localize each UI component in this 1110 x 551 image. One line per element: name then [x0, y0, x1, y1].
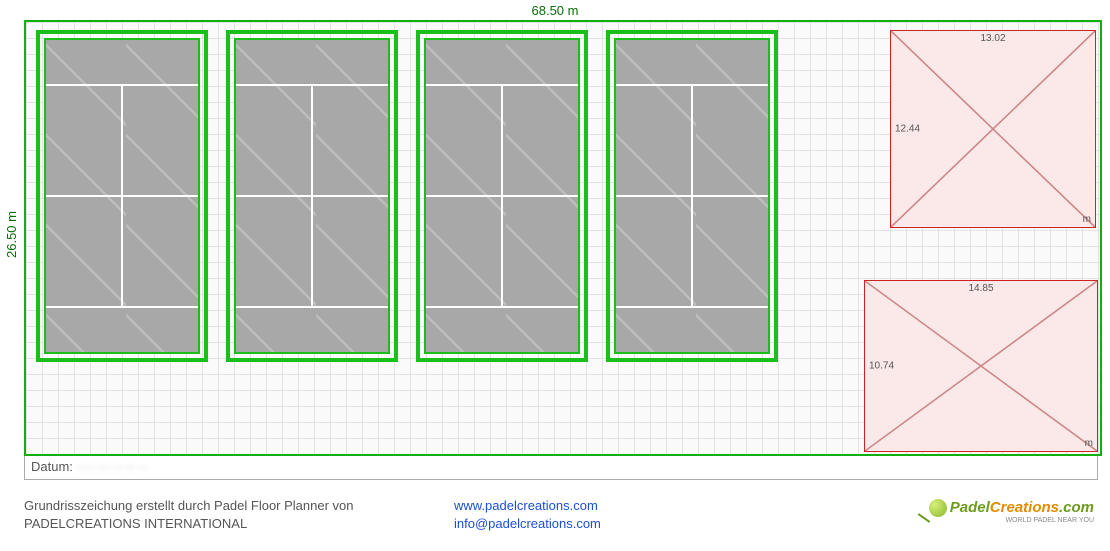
court-4 — [606, 30, 778, 362]
datum-row: Datum: ···· ··· ·· ·· ·· — [24, 456, 1098, 480]
logo-tagline: WORLD PADEL NEAR YOU — [929, 517, 1094, 524]
footer-url[interactable]: www.padelcreations.com — [454, 498, 598, 513]
court-2 — [226, 30, 398, 362]
area-b-width: 14.85 — [865, 283, 1097, 294]
datum-value: ···· ··· ·· ·· ·· — [77, 459, 148, 474]
floor-plan-canvas: 13.02 12.44 m 14.85 10.74 m — [24, 20, 1102, 456]
footer-email[interactable]: info@padelcreations.com — [454, 516, 601, 531]
area-box-b: 14.85 10.74 m — [864, 280, 1098, 452]
court-1 — [36, 30, 208, 362]
area-a-height: 12.44 — [895, 124, 920, 135]
area-box-a: 13.02 12.44 m — [890, 30, 1096, 228]
court-3 — [416, 30, 588, 362]
footer-line1: Grundrisszeichung erstellt durch Padel F… — [24, 497, 454, 515]
footer: Grundrisszeichung erstellt durch Padel F… — [24, 497, 1098, 539]
area-b-height: 10.74 — [869, 361, 894, 372]
area-a-width: 13.02 — [891, 33, 1095, 44]
datum-label: Datum: — [31, 459, 73, 474]
footer-line2: PADELCREATIONS INTERNATIONAL — [24, 515, 454, 533]
logo-ball-icon — [929, 499, 947, 517]
dim-width: 68.50 m — [0, 3, 1110, 18]
dim-height: 26.50 m — [4, 25, 19, 445]
logo: PadelCreations.com WORLD PADEL NEAR YOU — [929, 499, 1094, 524]
area-b-unit: m — [1085, 438, 1093, 449]
area-a-unit: m — [1083, 214, 1091, 225]
